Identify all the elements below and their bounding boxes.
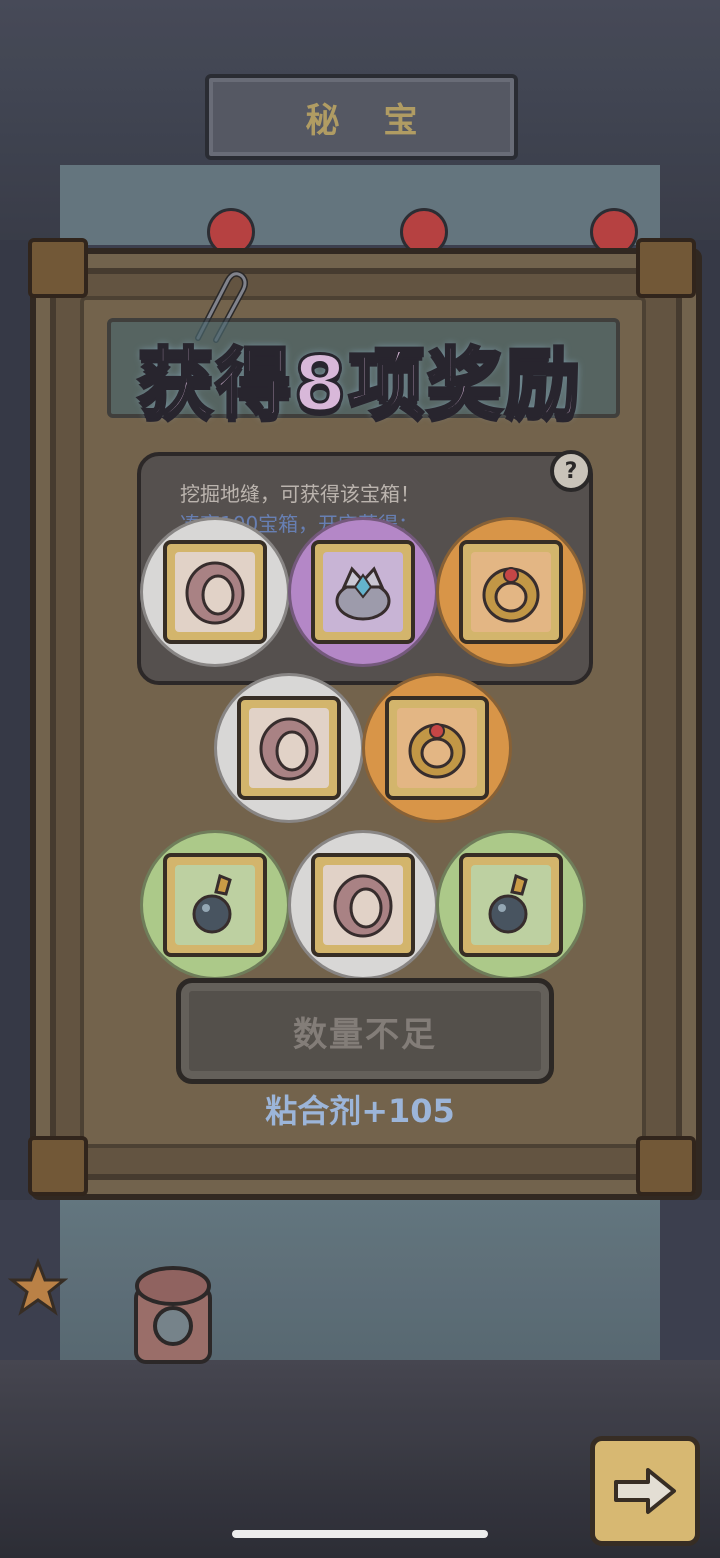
diving-helmet-icon xyxy=(134,1266,212,1364)
starfish-icon xyxy=(8,1258,68,1316)
ring-icon xyxy=(185,561,245,625)
reward-tile xyxy=(459,540,563,644)
reward-tile xyxy=(237,696,341,800)
help-button[interactable]: ? xyxy=(550,450,592,492)
reward-tile xyxy=(385,696,489,800)
pendant-icon xyxy=(488,873,528,934)
rewards-headline: 获得8项奖励 xyxy=(136,338,583,430)
page-title: 秘宝 xyxy=(305,100,462,141)
board-corner xyxy=(636,238,696,298)
ring-icon xyxy=(259,717,319,781)
home-indicator xyxy=(232,1530,488,1538)
reward-tile xyxy=(459,853,563,957)
reward-item[interactable] xyxy=(140,830,290,980)
reward-item[interactable] xyxy=(288,830,438,980)
reward-item[interactable] xyxy=(436,830,586,980)
reward-item[interactable] xyxy=(362,673,512,823)
reward-tile xyxy=(163,853,267,957)
info-text: 挖掘地缝，可获得该宝箱！ xyxy=(180,482,420,506)
background-water-top xyxy=(60,165,660,245)
arrow-right-icon xyxy=(614,1468,676,1514)
board-corner xyxy=(636,1136,696,1196)
glue-reward-text: 粘合剂+105 xyxy=(265,1092,455,1130)
reward-tile xyxy=(311,540,415,644)
reward-tile xyxy=(311,853,415,957)
ruby-ring-icon xyxy=(482,567,540,623)
reward-item[interactable] xyxy=(288,517,438,667)
question-icon: ? xyxy=(564,458,578,484)
board-corner xyxy=(28,238,88,298)
crowned-ring-icon xyxy=(335,566,391,621)
board-corner xyxy=(28,1136,88,1196)
ruby-ring-icon xyxy=(408,723,466,779)
next-button[interactable] xyxy=(590,1436,700,1546)
pendant-icon xyxy=(192,873,232,934)
reward-item[interactable] xyxy=(214,673,364,823)
page-title-plate: 秘宝 xyxy=(205,74,518,160)
button-label: 数量不足 xyxy=(293,1014,437,1055)
reward-tile xyxy=(163,540,267,644)
reward-item[interactable] xyxy=(140,517,290,667)
ring-icon xyxy=(333,874,393,938)
reward-item[interactable] xyxy=(436,517,586,667)
insufficient-quantity-button[interactable]: 数量不足 xyxy=(176,978,554,1084)
